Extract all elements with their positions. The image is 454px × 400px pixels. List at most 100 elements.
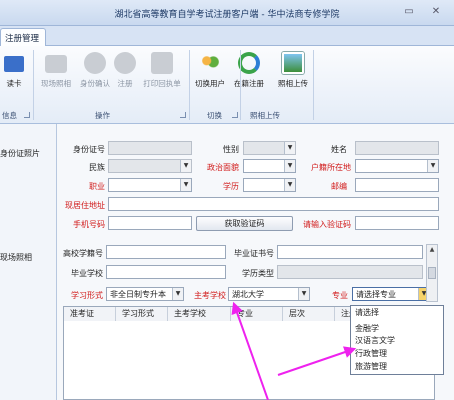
register-button[interactable]: 注册 <box>113 52 137 89</box>
list-item[interactable]: 旅游管理 <box>355 361 387 372</box>
chevron-down-icon: ▼ <box>298 288 309 300</box>
gender-label: 性别 <box>223 145 239 154</box>
photo-capture-button[interactable]: 现场照相 <box>38 52 74 89</box>
list-item[interactable]: 汉语言文学 <box>355 335 395 346</box>
major-select[interactable]: 请选择专业 ▼ <box>352 287 430 301</box>
id-number-label: 身份证号 <box>73 145 105 154</box>
school-label: 毕业学校 <box>71 269 103 278</box>
major-label: 专业 <box>332 291 348 300</box>
register-label: 注册 <box>117 79 133 88</box>
study-form-label: 学习形式 <box>71 291 103 300</box>
close-icon[interactable]: ✕ <box>430 6 442 18</box>
read-card-label: 读卡 <box>6 79 22 88</box>
title-bar: 湖北省高等教育自学考试注册客户端 - 华中法商专修学院 ▭ ✕ <box>0 0 454 26</box>
tab-row: 注册管理 <box>0 26 454 46</box>
school-field[interactable] <box>106 265 226 279</box>
form-scrollbar[interactable]: ▲ <box>426 244 438 302</box>
refresh-icon <box>238 52 260 74</box>
major-value: 请选择专业 <box>356 290 396 299</box>
ethnicity-label: 民族 <box>89 163 105 172</box>
current-address-label: 现居住地址 <box>65 201 105 210</box>
ribbon-separator <box>313 50 314 120</box>
photo-upload-button[interactable]: 照相上传 <box>276 52 310 89</box>
ribbon: 读卡 现场照相 身份确认 注册 打印回执单 切换用户 在籍注册 照相上传 信息 … <box>0 46 454 124</box>
live-photo-label: 现场照相 <box>0 253 32 262</box>
occupation-select[interactable]: ▼ <box>108 178 192 192</box>
group-info-label: 信息 <box>2 111 17 120</box>
minimize-icon[interactable]: ▭ <box>403 6 415 18</box>
photo-upload-label: 照相上传 <box>278 79 308 88</box>
political-status-label: 政治面貌 <box>207 163 239 172</box>
degree-type-label: 学历类型 <box>242 269 274 278</box>
switch-user-label: 切换用户 <box>195 79 225 88</box>
name-label: 姓名 <box>331 145 347 154</box>
main-school-select[interactable]: 湖北大学 ▼ <box>228 287 310 301</box>
hukou-location-label: 户籍所在地 <box>311 163 351 172</box>
phone-label: 手机号码 <box>73 220 105 229</box>
education-select[interactable]: ▼ <box>243 178 296 192</box>
hukou-location-select[interactable]: ▼ <box>355 159 439 173</box>
table-header[interactable]: 层次 <box>283 307 335 321</box>
study-form-select[interactable]: 非全日制专升本 ▼ <box>106 287 184 301</box>
college-id-label: 高校学籍号 <box>63 249 103 258</box>
degree-type-field[interactable] <box>277 265 423 279</box>
id-card-icon <box>4 56 24 72</box>
chevron-down-icon: ▼ <box>284 142 295 154</box>
occupation-label: 职业 <box>89 182 105 191</box>
ethnicity-select[interactable]: ▼ <box>108 159 192 173</box>
identity-confirm-label: 身份确认 <box>80 79 110 88</box>
chevron-down-icon: ▼ <box>172 288 183 300</box>
gender-select[interactable]: ▼ <box>243 141 296 155</box>
list-item[interactable]: 金融学 <box>355 323 379 334</box>
study-form-value: 非全日制专升本 <box>110 290 166 299</box>
scroll-thumb[interactable] <box>428 267 436 279</box>
window-title: 湖北省高等教育自学考试注册客户端 - 华中法商专修学院 <box>114 10 340 20</box>
group-photo-upload-label: 照相上传 <box>250 111 280 120</box>
group-operation-label: 操作 <box>95 111 110 120</box>
postal-code-field[interactable] <box>355 178 439 192</box>
group-launcher-icon[interactable] <box>180 112 186 118</box>
camera-icon <box>45 55 67 73</box>
plus-icon <box>114 52 136 74</box>
current-address-field[interactable] <box>108 197 439 211</box>
list-item[interactable]: 请选择 <box>355 307 379 318</box>
chevron-down-icon: ▼ <box>180 160 191 172</box>
enrollment-register-button[interactable]: 在籍注册 <box>230 52 268 89</box>
ribbon-separator <box>240 50 241 120</box>
phone-field[interactable] <box>108 216 192 230</box>
name-field[interactable] <box>355 141 439 155</box>
cert-number-label: 毕业证书号 <box>234 249 274 258</box>
main-school-value: 湖北大学 <box>232 290 264 299</box>
main-school-label: 主考学校 <box>194 291 226 300</box>
table-header[interactable]: 准考证 <box>64 307 116 321</box>
table-header[interactable]: 专业 <box>231 307 283 321</box>
verify-code-label: 请输入验证码 <box>303 220 351 229</box>
printer-icon <box>151 52 173 74</box>
table-header[interactable]: 主考学校 <box>168 307 231 321</box>
id-number-field[interactable] <box>108 141 192 155</box>
list-item[interactable]: 行政管理 <box>355 348 387 359</box>
group-switch-label: 切换 <box>207 111 222 120</box>
table-header[interactable]: 学习形式 <box>116 307 168 321</box>
chevron-down-icon: ▼ <box>180 179 191 191</box>
switch-user-button[interactable]: 切换用户 <box>192 52 228 89</box>
photo-panel: 身份证照片 现场照相 <box>0 124 57 400</box>
group-launcher-icon[interactable] <box>24 112 30 118</box>
tab-registration[interactable]: 注册管理 <box>0 28 47 46</box>
political-status-select[interactable]: ▼ <box>243 159 296 173</box>
photo-capture-label: 现场照相 <box>41 79 71 88</box>
chevron-down-icon: ▼ <box>284 160 295 172</box>
group-launcher-icon[interactable] <box>232 112 238 118</box>
get-code-button[interactable]: 获取验证码 <box>196 216 293 231</box>
check-icon <box>84 52 106 74</box>
read-card-button[interactable]: 读卡 <box>0 52 28 89</box>
print-receipt-button[interactable]: 打印回执单 <box>140 52 184 89</box>
ribbon-separator <box>189 50 190 120</box>
identity-confirm-button[interactable]: 身份确认 <box>75 52 115 89</box>
scroll-up-icon[interactable]: ▲ <box>428 246 436 254</box>
cert-number-field[interactable] <box>277 245 423 259</box>
postal-code-label: 邮编 <box>331 182 347 191</box>
verify-code-field[interactable] <box>355 216 439 230</box>
college-id-field[interactable] <box>106 245 226 259</box>
print-receipt-label: 打印回执单 <box>143 79 181 88</box>
